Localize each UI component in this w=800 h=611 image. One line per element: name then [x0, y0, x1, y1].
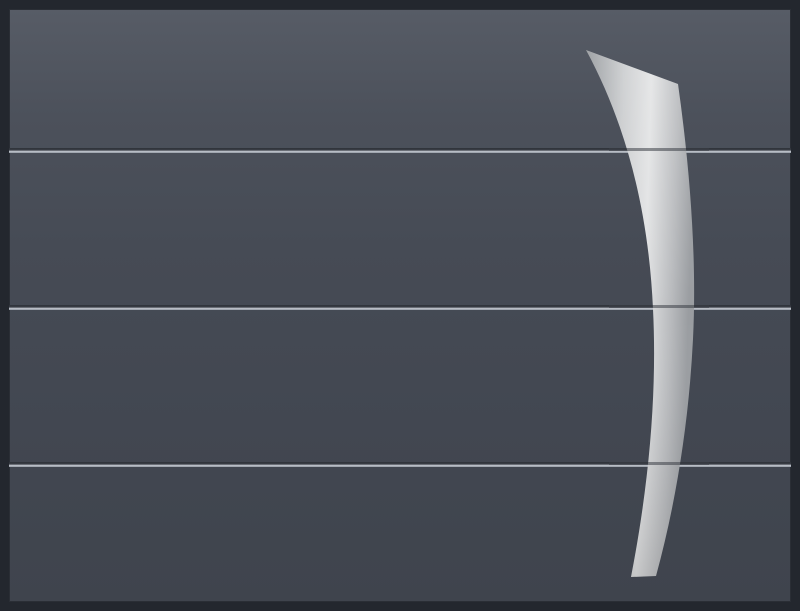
garage-door [9, 9, 791, 602]
steel-blade-ornament [586, 50, 709, 577]
door-frame [0, 0, 800, 611]
